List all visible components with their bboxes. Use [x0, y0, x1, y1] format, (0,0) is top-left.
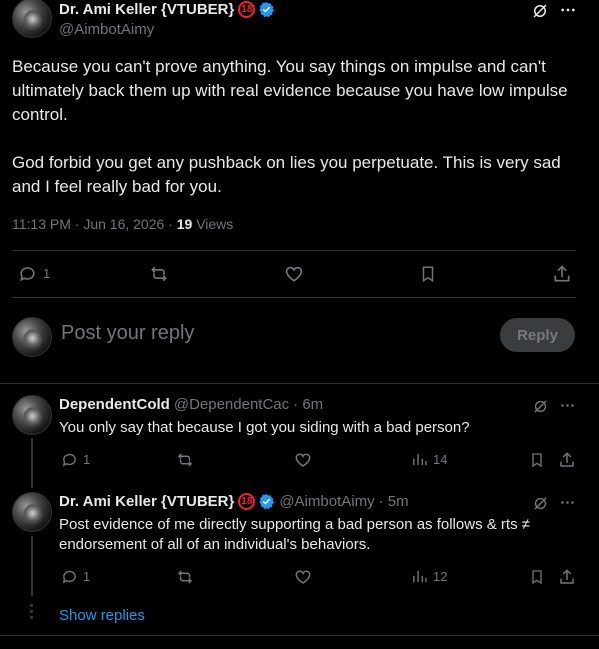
bookmark-icon — [532, 453, 542, 468]
grok-icon[interactable] — [531, 2, 549, 25]
reply-text: Post evidence of me directly supporting … — [59, 516, 530, 553]
repost-icon — [177, 570, 193, 584]
tweet-meta: 11:13 PM · Jun 16, 2026 · 19 Views — [12, 216, 233, 232]
reply-author-name[interactable]: Dr. Ami Keller {VTUBER} — [59, 493, 234, 510]
age-18-badge-icon: 18 — [238, 493, 256, 510]
avatar[interactable] — [12, 0, 52, 38]
views-count: 14 — [433, 452, 448, 467]
divider — [0, 383, 599, 384]
tweet-text-paragraph-1: Because you can't prove anything. You sa… — [12, 57, 568, 124]
divider — [12, 297, 576, 298]
divider — [12, 250, 576, 251]
reply-author-handle[interactable]: @DependentCac — [174, 396, 289, 413]
thread-dots — [30, 604, 33, 619]
reply-header: Dr. Ami Keller {VTUBER} 18 @AimbotAimy ·… — [59, 493, 409, 510]
analytics-icon — [413, 570, 427, 583]
share-icon — [560, 452, 574, 467]
bookmark-action[interactable] — [529, 451, 545, 469]
author-name[interactable]: Dr. Ami Keller {VTUBER} — [59, 1, 234, 18]
reply-icon — [62, 453, 76, 467]
bookmark-action[interactable] — [419, 264, 437, 284]
reply-author-name[interactable]: DependentCold — [59, 396, 170, 413]
reply-text: You only say that because I got you sidi… — [59, 419, 470, 436]
heart-icon — [295, 453, 311, 467]
share-action[interactable] — [558, 568, 576, 586]
timestamp[interactable]: 11:13 PM · Jun 16, 2026 · — [12, 216, 177, 232]
views-action[interactable]: 12 — [411, 568, 447, 585]
repost-action[interactable] — [176, 451, 194, 469]
reply-count: 1 — [83, 569, 91, 584]
more-options-icon[interactable] — [560, 495, 575, 515]
tweet-text-paragraph-2: God forbid you get any pushback on lies … — [12, 153, 561, 196]
more-options-icon[interactable] — [560, 2, 576, 23]
verified-badge-icon — [258, 493, 275, 510]
thread-line — [31, 536, 33, 596]
heart-icon — [285, 266, 303, 282]
bookmark-icon — [422, 266, 434, 283]
reply-icon — [19, 267, 35, 282]
grok-icon[interactable] — [532, 495, 549, 517]
author-row: Dr. Ami Keller {VTUBER} 18 — [59, 1, 275, 18]
share-icon — [560, 569, 574, 584]
reply-avatar[interactable] — [12, 395, 52, 435]
reply-action[interactable]: 1 — [18, 264, 50, 283]
show-replies-link[interactable]: Show replies — [59, 607, 145, 624]
views-action[interactable]: 14 — [411, 451, 447, 468]
reply-count: 1 — [43, 266, 51, 281]
more-options-icon[interactable] — [560, 398, 575, 418]
age-18-badge-icon: 18 — [238, 1, 256, 18]
share-action[interactable] — [552, 264, 572, 284]
reply-count: 1 — [83, 452, 91, 467]
repost-icon — [151, 266, 167, 282]
reply-icon — [62, 570, 76, 584]
reply-action[interactable]: 1 — [61, 451, 90, 468]
verified-badge-icon — [258, 1, 275, 18]
reply-input[interactable]: Post your reply — [61, 322, 194, 345]
reply-button[interactable]: Reply — [500, 318, 575, 352]
like-action[interactable] — [294, 451, 312, 469]
bookmark-icon — [532, 570, 542, 585]
views-count: 19 — [176, 216, 193, 232]
views-label: Views — [192, 216, 234, 232]
reply-time[interactable]: · 5m — [379, 493, 409, 510]
like-action[interactable] — [284, 264, 304, 284]
divider — [0, 635, 599, 636]
heart-icon — [295, 570, 311, 584]
views-count: 12 — [433, 569, 448, 584]
reply-header: DependentCold @DependentCac · 6m — [59, 396, 323, 413]
analytics-icon — [413, 453, 427, 466]
bookmark-action[interactable] — [529, 568, 545, 586]
like-action[interactable] — [294, 568, 312, 586]
repost-icon — [177, 453, 193, 467]
author-handle[interactable]: @AimbotAimy — [59, 21, 154, 38]
reply-action[interactable]: 1 — [61, 568, 90, 585]
repost-action[interactable] — [149, 264, 169, 284]
reply-time[interactable]: · 6m — [293, 396, 323, 413]
composer-avatar[interactable] — [12, 317, 52, 357]
share-action[interactable] — [558, 451, 576, 469]
share-icon — [554, 265, 570, 282]
reply-author-handle[interactable]: @AimbotAimy — [279, 493, 374, 510]
grok-icon[interactable] — [532, 398, 549, 420]
reply-avatar[interactable] — [12, 492, 52, 532]
repost-action[interactable] — [176, 568, 194, 586]
thread-line — [31, 438, 33, 488]
